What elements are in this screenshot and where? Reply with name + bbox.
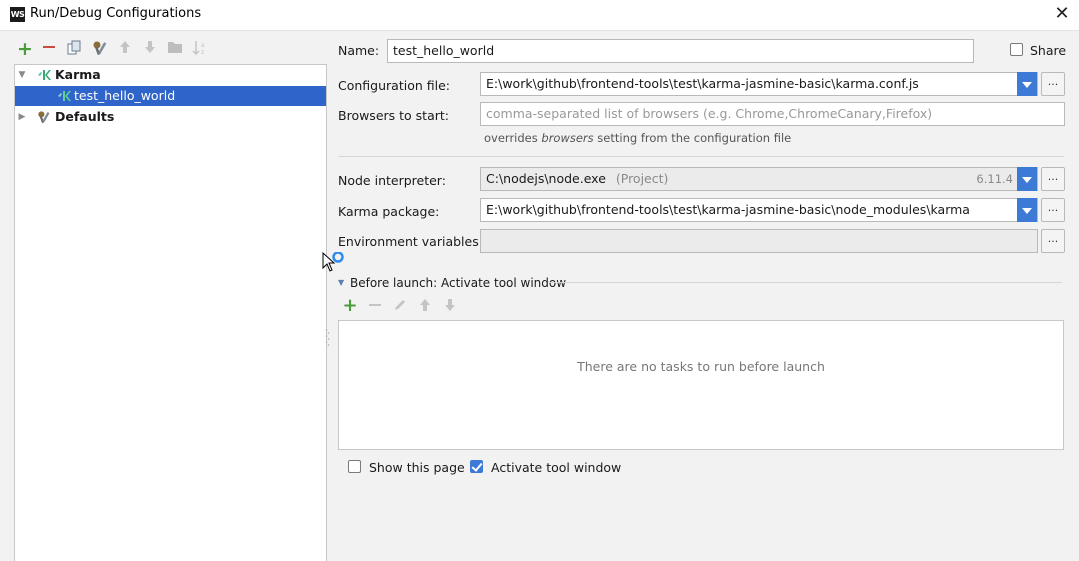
before-launch-title[interactable]: Before launch: Activate tool window (350, 276, 566, 290)
expand-arrow-icon[interactable]: ▶ (17, 107, 27, 127)
tree-item-label: Defaults (55, 109, 115, 124)
config-toolbar: + az (14, 38, 324, 62)
show-this-page-checkbox[interactable] (348, 460, 361, 473)
configuration-file-label: Configuration file: (338, 78, 450, 93)
activate-tool-window-checkbox[interactable] (470, 460, 483, 473)
node-interpreter-browse-button[interactable]: ... (1041, 167, 1065, 191)
node-interpreter-tag: (Project) (615, 171, 669, 186)
tree-item-karma[interactable]: ▼ Karma (15, 65, 326, 85)
move-down-icon[interactable] (442, 298, 458, 314)
move-down-icon[interactable] (141, 40, 159, 58)
svg-text:a: a (201, 42, 205, 49)
environment-variables-label: Environment variables: (338, 234, 483, 249)
browsers-label: Browsers to start: (338, 108, 449, 123)
browsers-hint: overrides browsers setting from the conf… (484, 131, 792, 145)
folder-icon[interactable] (166, 40, 184, 58)
share-label: Share (1030, 43, 1067, 58)
configuration-tree: ▼ Karma test_hello_world ▶ Defaults (14, 64, 327, 561)
configuration-file-input[interactable]: E:\work\github\frontend-tools\test\karma… (480, 72, 1038, 96)
karma-package-label: Karma package: (338, 204, 440, 219)
environment-variables-browse-button[interactable]: ... (1041, 229, 1065, 253)
edit-defaults-icon[interactable] (91, 40, 109, 58)
karma-package-input[interactable]: E:\work\github\frontend-tools\test\karma… (480, 198, 1038, 222)
copy-icon[interactable] (65, 40, 83, 58)
remove-icon[interactable] (367, 298, 383, 314)
tree-item-label: test_hello_world (74, 88, 176, 103)
karma-icon (58, 91, 71, 101)
node-version: 6.11.4 (976, 172, 1013, 186)
show-this-page-label: Show this page (369, 460, 465, 475)
node-interpreter-input[interactable]: C:\nodejs\node.exe (Project) 6.11.4 (480, 167, 1038, 191)
activate-tool-window-label: Activate tool window (491, 460, 622, 475)
node-interpreter-value: C:\nodejs\node.exe (486, 171, 606, 186)
separator (338, 156, 1064, 157)
name-input[interactable]: test_hello_world (387, 39, 974, 63)
webstorm-logo-icon: WS (10, 7, 25, 22)
share-checkbox[interactable] (1010, 43, 1023, 56)
separator (548, 282, 1062, 283)
node-interpreter-label: Node interpreter: (338, 173, 446, 188)
add-icon[interactable]: + (16, 40, 34, 59)
add-icon[interactable]: + (342, 297, 358, 315)
wrench-icon (38, 111, 50, 124)
browsers-input[interactable]: comma-separated list of browsers (e.g. C… (480, 102, 1065, 126)
move-up-icon[interactable] (417, 298, 433, 314)
move-up-icon[interactable] (116, 40, 134, 58)
empty-tasks-message: There are no tasks to run before launch (577, 359, 825, 374)
remove-icon[interactable] (40, 40, 58, 58)
splitter-handle[interactable] (325, 328, 330, 346)
browsers-placeholder: comma-separated list of browsers (e.g. C… (486, 106, 933, 121)
tree-item-label: Karma (55, 67, 101, 82)
edit-icon[interactable] (392, 298, 408, 314)
expand-arrow-icon[interactable]: ▼ (17, 65, 27, 85)
close-icon[interactable]: ✕ (1052, 4, 1072, 24)
collapse-arrow-icon[interactable]: ▼ (338, 278, 344, 287)
tree-item-defaults[interactable]: ▶ Defaults (15, 107, 326, 127)
mouse-cursor-icon (322, 252, 344, 272)
karma-package-dropdown-button[interactable] (1017, 198, 1037, 222)
karma-icon (38, 70, 51, 80)
name-label: Name: (338, 43, 380, 58)
window-title: Run/Debug Configurations (30, 6, 202, 21)
configuration-file-dropdown-button[interactable] (1017, 72, 1037, 96)
svg-text:z: z (201, 49, 204, 56)
configuration-file-browse-button[interactable]: ... (1041, 72, 1065, 96)
tree-item-test-hello-world[interactable]: test_hello_world (15, 86, 326, 106)
environment-variables-input[interactable] (480, 229, 1038, 253)
sort-icon[interactable]: az (191, 40, 209, 58)
node-interpreter-dropdown-button[interactable] (1017, 167, 1037, 191)
before-launch-task-list[interactable]: There are no tasks to run before launch (338, 320, 1064, 450)
karma-package-browse-button[interactable]: ... (1041, 198, 1065, 222)
